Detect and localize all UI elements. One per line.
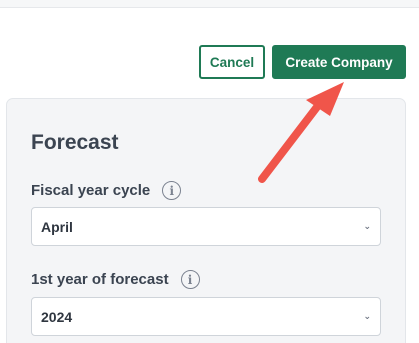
select-value: April [41,218,73,235]
field-label-text: Fiscal year cycle [31,182,151,199]
chevron-down-icon: ⌄ [363,221,371,232]
company-form-page: Cancel Create Company Forecast Fiscal ye… [0,0,419,343]
cancel-button[interactable]: Cancel [199,45,265,79]
first-year-of-forecast-label: 1st year of forecast i [31,270,200,289]
select-value: 2024 [41,308,73,325]
fiscal-year-cycle-select[interactable]: April ⌄ [31,207,381,246]
fiscal-year-cycle-label: Fiscal year cycle i [31,181,182,200]
section-title: Forecast [31,131,119,154]
info-icon[interactable]: i [162,181,182,200]
first-year-of-forecast-select[interactable]: 2024 ⌄ [31,297,381,336]
info-icon[interactable]: i [180,270,200,289]
chevron-down-icon: ⌄ [363,311,371,322]
top-strip [0,0,419,8]
field-label-text: 1st year of forecast [31,271,169,288]
create-company-button[interactable]: Create Company [272,45,406,79]
